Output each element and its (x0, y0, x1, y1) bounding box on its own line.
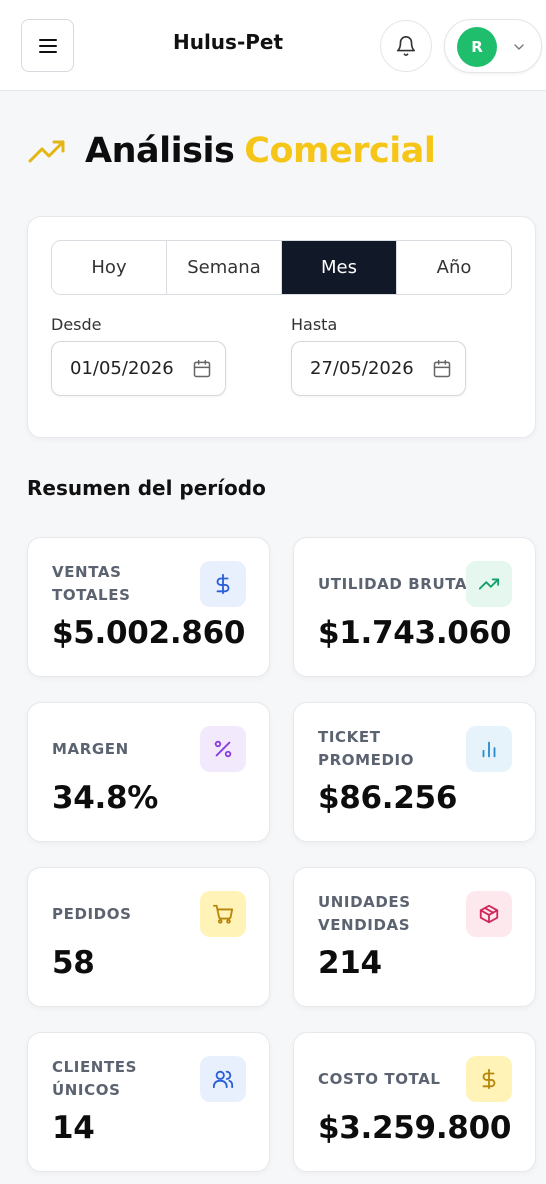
period-semana[interactable]: Semana (167, 241, 282, 294)
kpi-label: VENTAS TOTALES (52, 563, 131, 604)
kpi-card-ticket-promedio: TICKET PROMEDIO $86.256 (293, 702, 536, 842)
to-label: Hasta (291, 315, 338, 334)
package-icon (466, 891, 512, 937)
kpi-card-margen: MARGEN 34.8% (27, 702, 270, 842)
menu-icon (38, 38, 57, 53)
dollar-icon (466, 1056, 512, 1102)
trending-up-icon (466, 561, 512, 607)
kpi-value: 58 (52, 945, 95, 981)
filter-card: Hoy Semana Mes Año Desde 01/05/2026 Hast… (27, 216, 536, 438)
trending-up-icon (28, 140, 65, 163)
to-date-field[interactable]: 27/05/2026 (291, 341, 466, 396)
percent-icon (200, 726, 246, 772)
kpi-value: 214 (318, 945, 382, 981)
from-date-field[interactable]: 01/05/2026 (51, 341, 226, 396)
kpi-card-pedidos: PEDIDOS 58 (27, 867, 270, 1007)
page-title-main: Análisis (85, 131, 235, 171)
kpi-value: $86.256 (318, 780, 458, 816)
bell-icon (396, 36, 416, 56)
calendar-icon (193, 359, 211, 378)
top-bar: Hulus-Pet R (0, 0, 546, 91)
kpi-label: UNIDADES VENDIDAS (318, 893, 411, 934)
kpi-card-clientes-unicos: CLIENTES ÚNICOS 14 (27, 1032, 270, 1172)
to-date-value: 27/05/2026 (310, 358, 414, 379)
kpi-value: $1.743.060 (318, 615, 512, 651)
kpi-card-ventas-totales: VENTAS TOTALES $5.002.860 (27, 537, 270, 677)
users-icon (200, 1056, 246, 1102)
kpi-label: UTILIDAD BRUTA (318, 575, 468, 593)
brand-name: Hulus-Pet (172, 30, 284, 54)
period-ano[interactable]: Año (397, 241, 511, 294)
kpi-label: CLIENTES ÚNICOS (52, 1058, 138, 1099)
kpi-label: PEDIDOS (52, 905, 132, 923)
cart-icon (200, 891, 246, 937)
avatar: R (457, 27, 497, 67)
kpi-card-unidades-vendidas: UNIDADES VENDIDAS 214 (293, 867, 536, 1007)
kpi-label: COSTO TOTAL (318, 1070, 441, 1088)
bar-chart-icon (466, 726, 512, 772)
kpi-label: TICKET PROMEDIO (318, 728, 415, 769)
user-menu-button[interactable]: R (444, 19, 542, 73)
from-date-value: 01/05/2026 (70, 358, 174, 379)
period-selector: Hoy Semana Mes Año (51, 240, 512, 295)
kpi-value: $5.002.860 (52, 615, 246, 651)
page-title-accent: Comercial (244, 131, 436, 171)
dollar-icon (200, 561, 246, 607)
calendar-icon (433, 359, 451, 378)
kpi-value: 34.8% (52, 780, 159, 816)
notifications-button[interactable] (380, 20, 432, 72)
period-mes[interactable]: Mes (282, 241, 397, 294)
kpi-card-utilidad-bruta: UTILIDAD BRUTA $1.743.060 (293, 537, 536, 677)
period-hoy[interactable]: Hoy (52, 241, 167, 294)
summary-title: Resumen del período (27, 476, 266, 500)
chevron-down-icon (514, 44, 524, 50)
from-label: Desde (51, 315, 102, 334)
kpi-card-costo-total: COSTO TOTAL $3.259.800 (293, 1032, 536, 1172)
kpi-value: 14 (52, 1110, 95, 1146)
page-title: Análisis Comercial (27, 128, 436, 174)
kpi-label: MARGEN (52, 740, 129, 758)
kpi-value: $3.259.800 (318, 1110, 512, 1146)
menu-button[interactable] (21, 19, 74, 72)
